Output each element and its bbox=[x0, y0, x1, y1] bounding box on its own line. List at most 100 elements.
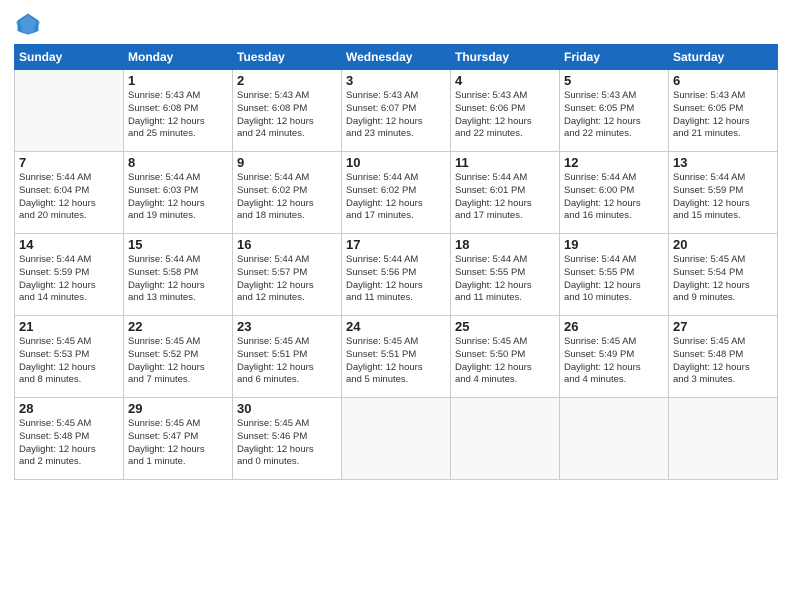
day-number: 2 bbox=[237, 73, 337, 88]
day-info: Sunrise: 5:44 AM Sunset: 6:00 PM Dayligh… bbox=[564, 172, 664, 223]
week-row-2: 7 Sunrise: 5:44 AM Sunset: 6:04 PM Daylig… bbox=[15, 152, 778, 234]
day-number: 28 bbox=[19, 401, 119, 416]
day-info: Sunrise: 5:44 AM Sunset: 5:58 PM Dayligh… bbox=[128, 254, 228, 305]
day-info: Sunrise: 5:45 AM Sunset: 5:52 PM Dayligh… bbox=[128, 336, 228, 387]
day-cell: 4 Sunrise: 5:43 AM Sunset: 6:06 PM Daylig… bbox=[451, 70, 560, 152]
day-number: 3 bbox=[346, 73, 446, 88]
day-cell bbox=[451, 398, 560, 480]
day-info: Sunrise: 5:43 AM Sunset: 6:08 PM Dayligh… bbox=[237, 90, 337, 141]
day-number: 24 bbox=[346, 319, 446, 334]
weekday-header-row: Sunday Monday Tuesday Wednesday Thursday… bbox=[15, 45, 778, 70]
day-number: 27 bbox=[673, 319, 773, 334]
day-number: 1 bbox=[128, 73, 228, 88]
day-cell: 21 Sunrise: 5:45 AM Sunset: 5:53 PM Dayli… bbox=[15, 316, 124, 398]
day-number: 25 bbox=[455, 319, 555, 334]
day-number: 9 bbox=[237, 155, 337, 170]
header bbox=[14, 10, 778, 38]
day-cell: 24 Sunrise: 5:45 AM Sunset: 5:51 PM Dayli… bbox=[342, 316, 451, 398]
day-cell bbox=[560, 398, 669, 480]
day-cell: 5Sunrise: 5:43 AM Sunset: 6:05 PM Daylig… bbox=[560, 70, 669, 152]
day-number: 14 bbox=[19, 237, 119, 252]
logo-icon bbox=[14, 10, 42, 38]
day-cell: 8 Sunrise: 5:44 AM Sunset: 6:03 PM Daylig… bbox=[124, 152, 233, 234]
day-number: 5 bbox=[564, 73, 664, 88]
day-info: Sunrise: 5:43 AM Sunset: 6:07 PM Dayligh… bbox=[346, 90, 446, 141]
day-info: Sunrise: 5:44 AM Sunset: 6:04 PM Dayligh… bbox=[19, 172, 119, 223]
day-cell: 15 Sunrise: 5:44 AM Sunset: 5:58 PM Dayli… bbox=[124, 234, 233, 316]
day-info: Sunrise: 5:44 AM Sunset: 6:02 PM Dayligh… bbox=[237, 172, 337, 223]
day-cell: 14Sunrise: 5:44 AM Sunset: 5:59 PM Dayli… bbox=[15, 234, 124, 316]
day-number: 29 bbox=[128, 401, 228, 416]
day-number: 21 bbox=[19, 319, 119, 334]
day-cell: 18 Sunrise: 5:44 AM Sunset: 5:55 PM Dayli… bbox=[451, 234, 560, 316]
day-number: 11 bbox=[455, 155, 555, 170]
day-cell: 20 Sunrise: 5:45 AM Sunset: 5:54 PM Dayli… bbox=[669, 234, 778, 316]
day-cell: 27 Sunrise: 5:45 AM Sunset: 5:48 PM Dayli… bbox=[669, 316, 778, 398]
day-info: Sunrise: 5:43 AM Sunset: 6:08 PM Dayligh… bbox=[128, 90, 228, 141]
day-cell: 19 Sunrise: 5:44 AM Sunset: 5:55 PM Dayli… bbox=[560, 234, 669, 316]
header-sunday: Sunday bbox=[15, 45, 124, 70]
day-info: Sunrise: 5:43 AM Sunset: 6:06 PM Dayligh… bbox=[455, 90, 555, 141]
day-cell: 2 Sunrise: 5:43 AM Sunset: 6:08 PM Daylig… bbox=[233, 70, 342, 152]
day-number: 4 bbox=[455, 73, 555, 88]
day-info: Sunrise: 5:44 AM Sunset: 6:01 PM Dayligh… bbox=[455, 172, 555, 223]
day-cell: 17 Sunrise: 5:44 AM Sunset: 5:56 PM Dayli… bbox=[342, 234, 451, 316]
day-cell: 25 Sunrise: 5:45 AM Sunset: 5:50 PM Dayli… bbox=[451, 316, 560, 398]
day-cell: 11 Sunrise: 5:44 AM Sunset: 6:01 PM Dayli… bbox=[451, 152, 560, 234]
day-info: Sunrise: 5:44 AM Sunset: 6:03 PM Dayligh… bbox=[128, 172, 228, 223]
day-info: Sunrise: 5:45 AM Sunset: 5:50 PM Dayligh… bbox=[455, 336, 555, 387]
day-number: 7 bbox=[19, 155, 119, 170]
header-monday: Monday bbox=[124, 45, 233, 70]
header-saturday: Saturday bbox=[669, 45, 778, 70]
day-cell: 30Sunrise: 5:45 AM Sunset: 5:46 PM Dayli… bbox=[233, 398, 342, 480]
day-number: 13 bbox=[673, 155, 773, 170]
day-info: Sunrise: 5:43 AM Sunset: 6:05 PM Dayligh… bbox=[673, 90, 773, 141]
day-cell: 29 Sunrise: 5:45 AM Sunset: 5:47 PM Dayli… bbox=[124, 398, 233, 480]
week-row-4: 21 Sunrise: 5:45 AM Sunset: 5:53 PM Dayli… bbox=[15, 316, 778, 398]
day-cell: 3 Sunrise: 5:43 AM Sunset: 6:07 PM Daylig… bbox=[342, 70, 451, 152]
week-row-5: 28 Sunrise: 5:45 AM Sunset: 5:48 PM Dayli… bbox=[15, 398, 778, 480]
day-info: Sunrise: 5:44 AM Sunset: 5:59 PM Dayligh… bbox=[673, 172, 773, 223]
day-number: 15 bbox=[128, 237, 228, 252]
day-info: Sunrise: 5:44 AM Sunset: 5:55 PM Dayligh… bbox=[455, 254, 555, 305]
day-info: Sunrise: 5:45 AM Sunset: 5:47 PM Dayligh… bbox=[128, 418, 228, 469]
day-number: 17 bbox=[346, 237, 446, 252]
day-info: Sunrise: 5:44 AM Sunset: 5:55 PM Dayligh… bbox=[564, 254, 664, 305]
calendar-table: Sunday Monday Tuesday Wednesday Thursday… bbox=[14, 44, 778, 480]
day-cell: 22Sunrise: 5:45 AM Sunset: 5:52 PM Dayli… bbox=[124, 316, 233, 398]
day-info: Sunrise: 5:44 AM Sunset: 5:56 PM Dayligh… bbox=[346, 254, 446, 305]
day-info: Sunrise: 5:45 AM Sunset: 5:48 PM Dayligh… bbox=[673, 336, 773, 387]
day-info: Sunrise: 5:45 AM Sunset: 5:51 PM Dayligh… bbox=[237, 336, 337, 387]
page: Sunday Monday Tuesday Wednesday Thursday… bbox=[0, 0, 792, 612]
day-cell: 12Sunrise: 5:44 AM Sunset: 6:00 PM Dayli… bbox=[560, 152, 669, 234]
day-number: 8 bbox=[128, 155, 228, 170]
day-info: Sunrise: 5:45 AM Sunset: 5:51 PM Dayligh… bbox=[346, 336, 446, 387]
day-cell bbox=[669, 398, 778, 480]
day-number: 19 bbox=[564, 237, 664, 252]
day-cell: 6 Sunrise: 5:43 AM Sunset: 6:05 PM Daylig… bbox=[669, 70, 778, 152]
day-number: 20 bbox=[673, 237, 773, 252]
day-cell: 7 Sunrise: 5:44 AM Sunset: 6:04 PM Daylig… bbox=[15, 152, 124, 234]
day-info: Sunrise: 5:44 AM Sunset: 5:57 PM Dayligh… bbox=[237, 254, 337, 305]
day-cell: 16Sunrise: 5:44 AM Sunset: 5:57 PM Dayli… bbox=[233, 234, 342, 316]
week-row-3: 14Sunrise: 5:44 AM Sunset: 5:59 PM Dayli… bbox=[15, 234, 778, 316]
day-cell bbox=[342, 398, 451, 480]
day-number: 23 bbox=[237, 319, 337, 334]
day-info: Sunrise: 5:45 AM Sunset: 5:48 PM Dayligh… bbox=[19, 418, 119, 469]
day-cell: 28 Sunrise: 5:45 AM Sunset: 5:48 PM Dayli… bbox=[15, 398, 124, 480]
day-cell bbox=[15, 70, 124, 152]
day-cell: 26Sunrise: 5:45 AM Sunset: 5:49 PM Dayli… bbox=[560, 316, 669, 398]
day-number: 6 bbox=[673, 73, 773, 88]
day-cell: 23 Sunrise: 5:45 AM Sunset: 5:51 PM Dayli… bbox=[233, 316, 342, 398]
day-info: Sunrise: 5:45 AM Sunset: 5:54 PM Dayligh… bbox=[673, 254, 773, 305]
header-friday: Friday bbox=[560, 45, 669, 70]
day-number: 30 bbox=[237, 401, 337, 416]
day-info: Sunrise: 5:45 AM Sunset: 5:53 PM Dayligh… bbox=[19, 336, 119, 387]
logo bbox=[14, 10, 46, 38]
week-row-1: 1 Sunrise: 5:43 AM Sunset: 6:08 PM Daylig… bbox=[15, 70, 778, 152]
day-cell: 9 Sunrise: 5:44 AM Sunset: 6:02 PM Daylig… bbox=[233, 152, 342, 234]
day-number: 10 bbox=[346, 155, 446, 170]
day-info: Sunrise: 5:45 AM Sunset: 5:49 PM Dayligh… bbox=[564, 336, 664, 387]
header-tuesday: Tuesday bbox=[233, 45, 342, 70]
day-number: 18 bbox=[455, 237, 555, 252]
